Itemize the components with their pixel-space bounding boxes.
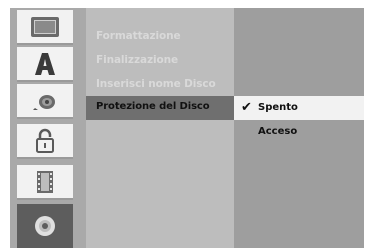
- option-spento[interactable]: Spento: [258, 102, 298, 113]
- menu-item-finalizzazione[interactable]: Finalizzazione: [96, 54, 178, 66]
- menu-list: Formattazione Finalizzazione Inserisci n…: [86, 8, 234, 248]
- disc-settings-button[interactable]: [17, 204, 73, 248]
- display-settings-button[interactable]: [17, 10, 73, 45]
- speaker-sound-icon: [33, 94, 55, 110]
- option-acceso[interactable]: Acceso: [258, 126, 297, 137]
- lock-settings-button[interactable]: [17, 124, 73, 159]
- lock-icon: [36, 128, 54, 153]
- menu-item-formattazione[interactable]: Formattazione: [96, 30, 181, 42]
- icon-sidebar: [10, 8, 86, 248]
- tv-screen-icon: [31, 16, 59, 37]
- language-settings-button[interactable]: [17, 47, 73, 82]
- options-panel: [234, 8, 364, 248]
- menu-item-inserisci-nome-disco[interactable]: Inserisci nome Disco: [96, 78, 216, 90]
- option-highlight: [234, 96, 364, 120]
- letter-a-icon: [35, 52, 55, 75]
- disc-icon: [35, 216, 55, 236]
- menu-item-protezione-del-disco[interactable]: Protezione del Disco: [96, 101, 210, 112]
- setup-menu-screen: Formattazione Finalizzazione Inserisci n…: [0, 0, 369, 251]
- film-strip-icon: [37, 170, 53, 193]
- audio-settings-button[interactable]: [17, 84, 73, 119]
- recording-settings-button[interactable]: [17, 165, 73, 200]
- checkmark-icon: ✔: [241, 100, 252, 115]
